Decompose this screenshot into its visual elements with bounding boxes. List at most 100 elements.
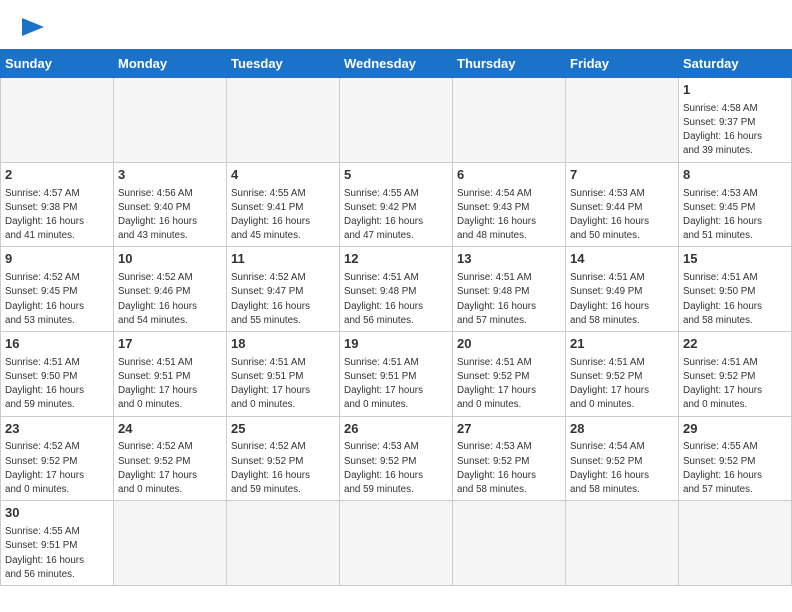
day-number: 4 — [231, 166, 335, 185]
calendar-cell: 3 Sunrise: 4:56 AM Sunset: 9:40 PM Daylig… — [114, 162, 227, 247]
day-info: Sunrise: 4:52 AM Sunset: 9:52 PM Dayligh… — [118, 440, 222, 497]
calendar-cell: 26Sunrise: 4:53 AM Sunset: 9:52 PM Dayli… — [340, 416, 453, 501]
calendar-cell: 13 Sunrise: 4:51 AM Sunset: 9:48 PM Dayli… — [453, 247, 566, 332]
day-info: Sunrise: 4:51 AM Sunset: 9:52 PM Dayligh… — [570, 356, 674, 413]
day-info: Sunrise: 4:57 AM Sunset: 9:38 PM Dayligh… — [5, 187, 109, 244]
calendar-cell: 28Sunrise: 4:54 AM Sunset: 9:52 PM Dayli… — [566, 416, 679, 501]
calendar-cell: 29Sunrise: 4:55 AM Sunset: 9:52 PM Dayli… — [679, 416, 792, 501]
day-info: Sunrise: 4:51 AM Sunset: 9:48 PM Dayligh… — [457, 271, 561, 328]
day-info: Sunrise: 4:55 AM Sunset: 9:52 PM Dayligh… — [683, 440, 787, 497]
day-number: 7 — [570, 166, 674, 185]
day-number: 5 — [344, 166, 448, 185]
calendar-cell — [227, 78, 340, 163]
page-header — [0, 0, 792, 49]
calendar-cell: 20 Sunrise: 4:51 AM Sunset: 9:52 PM Dayli… — [453, 331, 566, 416]
calendar-cell: 8 Sunrise: 4:53 AM Sunset: 9:45 PM Daylig… — [679, 162, 792, 247]
day-number: 15 — [683, 250, 787, 269]
calendar-cell: 21 Sunrise: 4:51 AM Sunset: 9:52 PM Dayli… — [566, 331, 679, 416]
day-number: 21 — [570, 335, 674, 354]
day-info: Sunrise: 4:58 AM Sunset: 9:37 PM Dayligh… — [683, 102, 787, 159]
day-info: Sunrise: 4:54 AM Sunset: 9:52 PM Dayligh… — [570, 440, 674, 497]
calendar-cell — [340, 78, 453, 163]
day-number: 16 — [5, 335, 109, 354]
day-info: Sunrise: 4:54 AM Sunset: 9:43 PM Dayligh… — [457, 187, 561, 244]
weekday-header-monday: Monday — [114, 50, 227, 78]
calendar-cell — [114, 501, 227, 586]
day-info: Sunrise: 4:53 AM Sunset: 9:52 PM Dayligh… — [457, 440, 561, 497]
calendar-cell: 7Sunrise: 4:53 AM Sunset: 9:44 PM Daylig… — [566, 162, 679, 247]
day-info: Sunrise: 4:52 AM Sunset: 9:52 PM Dayligh… — [231, 440, 335, 497]
day-number: 10 — [118, 250, 222, 269]
calendar-cell — [679, 501, 792, 586]
calendar-header: SundayMondayTuesdayWednesdayThursdayFrid… — [1, 50, 792, 78]
calendar-cell: 11 Sunrise: 4:52 AM Sunset: 9:47 PM Dayli… — [227, 247, 340, 332]
day-info: Sunrise: 4:51 AM Sunset: 9:51 PM Dayligh… — [344, 356, 448, 413]
day-info: Sunrise: 4:53 AM Sunset: 9:52 PM Dayligh… — [344, 440, 448, 497]
day-info: Sunrise: 4:51 AM Sunset: 9:48 PM Dayligh… — [344, 271, 448, 328]
calendar-row-5: 30 Sunrise: 4:55 AM Sunset: 9:51 PM Dayli… — [1, 501, 792, 586]
day-number: 23 — [5, 420, 109, 439]
day-info: Sunrise: 4:52 AM Sunset: 9:47 PM Dayligh… — [231, 271, 335, 328]
day-number: 29 — [683, 420, 787, 439]
calendar-cell — [453, 78, 566, 163]
day-number: 30 — [5, 504, 109, 523]
day-number: 11 — [231, 250, 335, 269]
day-info: Sunrise: 4:51 AM Sunset: 9:50 PM Dayligh… — [5, 356, 109, 413]
day-info: Sunrise: 4:52 AM Sunset: 9:46 PM Dayligh… — [118, 271, 222, 328]
weekday-header-friday: Friday — [566, 50, 679, 78]
calendar-cell — [566, 501, 679, 586]
calendar-body: 1Sunrise: 4:58 AM Sunset: 9:37 PM Daylig… — [1, 78, 792, 586]
weekday-row: SundayMondayTuesdayWednesdayThursdayFrid… — [1, 50, 792, 78]
calendar-cell: 22 Sunrise: 4:51 AM Sunset: 9:52 PM Dayli… — [679, 331, 792, 416]
day-number: 8 — [683, 166, 787, 185]
calendar-cell — [340, 501, 453, 586]
day-info: Sunrise: 4:53 AM Sunset: 9:45 PM Dayligh… — [683, 187, 787, 244]
day-info: Sunrise: 4:55 AM Sunset: 9:51 PM Dayligh… — [5, 525, 109, 582]
day-info: Sunrise: 4:51 AM Sunset: 9:52 PM Dayligh… — [457, 356, 561, 413]
day-info: Sunrise: 4:51 AM Sunset: 9:52 PM Dayligh… — [683, 356, 787, 413]
calendar-cell: 17 Sunrise: 4:51 AM Sunset: 9:51 PM Dayli… — [114, 331, 227, 416]
calendar-cell — [566, 78, 679, 163]
day-number: 28 — [570, 420, 674, 439]
day-number: 22 — [683, 335, 787, 354]
day-number: 13 — [457, 250, 561, 269]
logo-icon — [20, 18, 44, 39]
day-info: Sunrise: 4:51 AM Sunset: 9:50 PM Dayligh… — [683, 271, 787, 328]
calendar-cell: 30 Sunrise: 4:55 AM Sunset: 9:51 PM Dayli… — [1, 501, 114, 586]
day-number: 9 — [5, 250, 109, 269]
day-info: Sunrise: 4:56 AM Sunset: 9:40 PM Dayligh… — [118, 187, 222, 244]
day-number: 20 — [457, 335, 561, 354]
day-number: 19 — [344, 335, 448, 354]
calendar-cell: 18Sunrise: 4:51 AM Sunset: 9:51 PM Dayli… — [227, 331, 340, 416]
weekday-header-wednesday: Wednesday — [340, 50, 453, 78]
calendar-row-4: 23Sunrise: 4:52 AM Sunset: 9:52 PM Dayli… — [1, 416, 792, 501]
calendar-cell — [1, 78, 114, 163]
weekday-header-sunday: Sunday — [1, 50, 114, 78]
calendar-cell: 23Sunrise: 4:52 AM Sunset: 9:52 PM Dayli… — [1, 416, 114, 501]
day-info: Sunrise: 4:51 AM Sunset: 9:51 PM Dayligh… — [231, 356, 335, 413]
calendar-cell: 25Sunrise: 4:52 AM Sunset: 9:52 PM Dayli… — [227, 416, 340, 501]
day-info: Sunrise: 4:55 AM Sunset: 9:42 PM Dayligh… — [344, 187, 448, 244]
calendar-row-0: 1Sunrise: 4:58 AM Sunset: 9:37 PM Daylig… — [1, 78, 792, 163]
calendar-cell: 16 Sunrise: 4:51 AM Sunset: 9:50 PM Dayli… — [1, 331, 114, 416]
calendar-cell: 14Sunrise: 4:51 AM Sunset: 9:49 PM Dayli… — [566, 247, 679, 332]
day-number: 2 — [5, 166, 109, 185]
day-info: Sunrise: 4:51 AM Sunset: 9:51 PM Dayligh… — [118, 356, 222, 413]
calendar-cell: 4Sunrise: 4:55 AM Sunset: 9:41 PM Daylig… — [227, 162, 340, 247]
calendar-table: SundayMondayTuesdayWednesdayThursdayFrid… — [0, 49, 792, 586]
weekday-header-saturday: Saturday — [679, 50, 792, 78]
logo — [20, 18, 44, 39]
day-number: 17 — [118, 335, 222, 354]
calendar-cell: 24Sunrise: 4:52 AM Sunset: 9:52 PM Dayli… — [114, 416, 227, 501]
day-number: 25 — [231, 420, 335, 439]
calendar-cell: 27Sunrise: 4:53 AM Sunset: 9:52 PM Dayli… — [453, 416, 566, 501]
calendar-cell: 9Sunrise: 4:52 AM Sunset: 9:45 PM Daylig… — [1, 247, 114, 332]
calendar-row-2: 9Sunrise: 4:52 AM Sunset: 9:45 PM Daylig… — [1, 247, 792, 332]
day-info: Sunrise: 4:52 AM Sunset: 9:52 PM Dayligh… — [5, 440, 109, 497]
calendar-cell: 15 Sunrise: 4:51 AM Sunset: 9:50 PM Dayli… — [679, 247, 792, 332]
calendar-cell: 10 Sunrise: 4:52 AM Sunset: 9:46 PM Dayli… — [114, 247, 227, 332]
calendar-cell — [227, 501, 340, 586]
calendar-row-3: 16 Sunrise: 4:51 AM Sunset: 9:50 PM Dayli… — [1, 331, 792, 416]
calendar-cell: 19 Sunrise: 4:51 AM Sunset: 9:51 PM Dayli… — [340, 331, 453, 416]
day-number: 3 — [118, 166, 222, 185]
